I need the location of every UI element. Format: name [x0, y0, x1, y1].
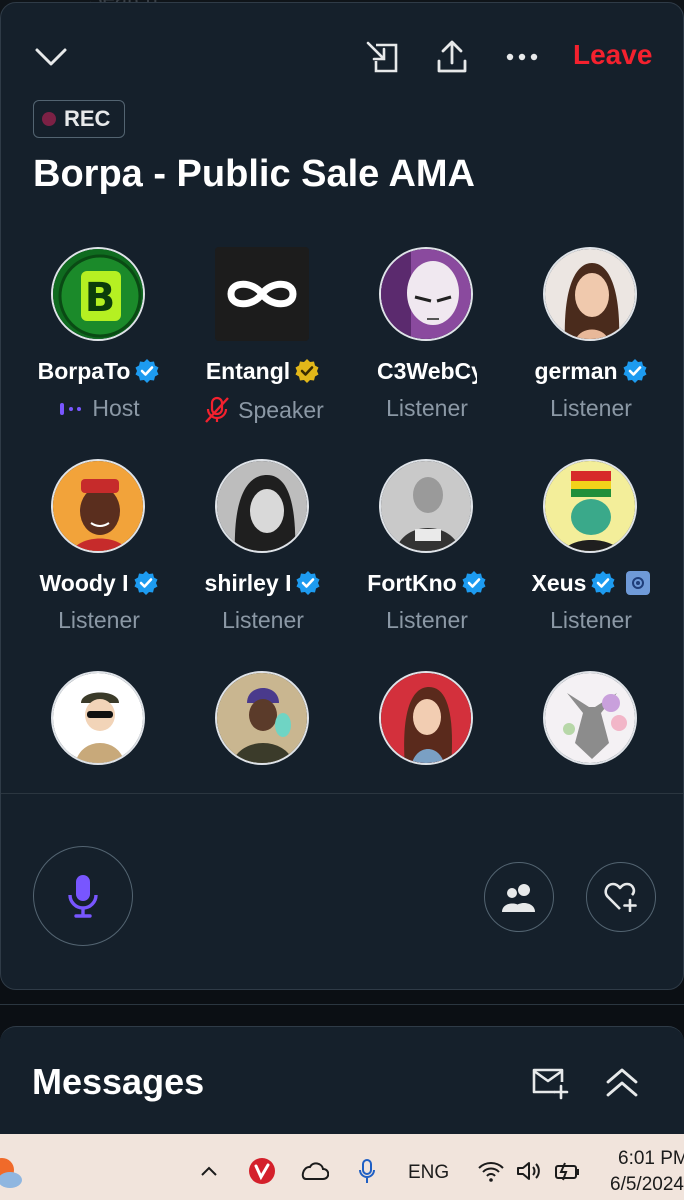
clock-time[interactable]: 6:01 PM [618, 1148, 684, 1170]
avatar [379, 671, 473, 765]
participant-tile[interactable]: Woody I Listener [17, 459, 181, 659]
participant-tile[interactable]: Entangl Speaker [181, 247, 345, 447]
avatar [215, 247, 309, 341]
space-panel: Leave REC Borpa - Public Sale AMA B Borp… [0, 2, 684, 990]
muted-mic-icon [205, 396, 230, 423]
microphone-icon [68, 875, 98, 918]
share-icon[interactable] [431, 37, 473, 77]
more-options-icon[interactable] [501, 37, 543, 77]
avatar: B [51, 247, 145, 341]
participant-name: C3WebCy [377, 357, 477, 384]
microphone-button[interactable] [33, 846, 133, 946]
participant-role: Speaker [181, 395, 345, 425]
participant-tile[interactable] [181, 671, 345, 771]
avatar [215, 671, 309, 765]
participant-tile[interactable]: Xeus Listener [509, 459, 673, 659]
svg-text:B: B [85, 275, 116, 321]
show-hidden-icons-chevron-icon[interactable] [196, 1158, 222, 1184]
space-title: Borpa - Public Sale AMA [33, 153, 475, 195]
participant-name: Xeus [509, 567, 673, 599]
participant-name: german [509, 355, 673, 387]
expand-messages-button[interactable] [598, 1061, 646, 1105]
participant-role: Host [17, 395, 181, 422]
avatar [379, 247, 473, 341]
participant-tile[interactable]: german Listener [509, 247, 673, 447]
participant-tile[interactable]: shirley I Listener [181, 459, 345, 659]
participant-role: Listener [550, 607, 632, 633]
recording-dot-icon [42, 112, 56, 126]
messages-drawer[interactable]: Messages [0, 1026, 684, 1147]
host-audio-icon [60, 402, 82, 415]
leave-button[interactable]: Leave [573, 39, 652, 71]
dock-icon[interactable] [361, 37, 403, 77]
wifi-icon[interactable] [476, 1158, 506, 1184]
participant-tile[interactable]: B BorpaTo Host [17, 247, 181, 447]
panel-divider [0, 990, 684, 1005]
verified-badge-icon [135, 359, 159, 383]
new-message-button[interactable] [526, 1061, 574, 1105]
participant-tile[interactable] [17, 671, 181, 771]
verified-badge-icon [623, 359, 647, 383]
microphone-status-icon[interactable] [354, 1156, 380, 1188]
verified-badge-icon [462, 571, 486, 595]
participant-name: BorpaTo [17, 355, 181, 387]
participant-name: Entangl [181, 355, 345, 387]
verified-badge-icon [134, 571, 157, 595]
react-button[interactable] [586, 862, 656, 932]
participant-name: Woody I [17, 567, 181, 599]
participant-tile[interactable]: FortKno Listener [345, 459, 509, 659]
participant-tile[interactable]: C3WebCy Listener [345, 247, 509, 447]
participant-role: Listener [386, 395, 468, 421]
new-message-icon [532, 1068, 569, 1100]
verified-badge-icon [591, 571, 615, 595]
vivaldi-app-icon[interactable] [247, 1156, 277, 1186]
verified-badge-icon [296, 571, 320, 595]
language-indicator[interactable]: ENG [408, 1162, 449, 1184]
participant-tile[interactable] [345, 671, 509, 771]
avatar [51, 671, 145, 765]
people-icon [502, 884, 535, 912]
participant-role: Listener [222, 607, 304, 633]
recording-label: REC [64, 106, 111, 131]
participant-role: Listener [550, 395, 632, 421]
participant-role: Listener [58, 607, 140, 633]
avatar [215, 459, 309, 553]
double-chevron-up-icon [606, 1068, 638, 1097]
onedrive-cloud-icon[interactable] [298, 1158, 330, 1184]
participant-name: shirley I [181, 567, 345, 599]
clock-date[interactable]: 6/5/2024 [610, 1174, 684, 1196]
avatar [543, 671, 637, 765]
weather-icon[interactable] [0, 1154, 24, 1190]
minimize-chevron-icon[interactable] [29, 37, 73, 77]
affiliate-badge-icon [626, 571, 651, 595]
battery-charging-icon[interactable] [552, 1158, 582, 1184]
space-controls [1, 793, 683, 989]
participant-role: Listener [386, 607, 468, 633]
messages-title: Messages [32, 1061, 205, 1102]
avatar [543, 247, 637, 341]
heart-plus-icon [604, 882, 637, 912]
recording-badge: REC [33, 100, 125, 138]
participant-tile[interactable] [509, 671, 673, 771]
participant-name: FortKno [345, 567, 509, 599]
avatar [51, 459, 145, 553]
avatar [379, 459, 473, 553]
participants-button[interactable] [484, 862, 554, 932]
volume-icon[interactable] [514, 1158, 544, 1184]
windows-taskbar: ENG 6:01 PM 6/5/2024 [0, 1134, 684, 1200]
avatar [543, 459, 637, 553]
verified-gold-badge-icon [295, 359, 319, 383]
